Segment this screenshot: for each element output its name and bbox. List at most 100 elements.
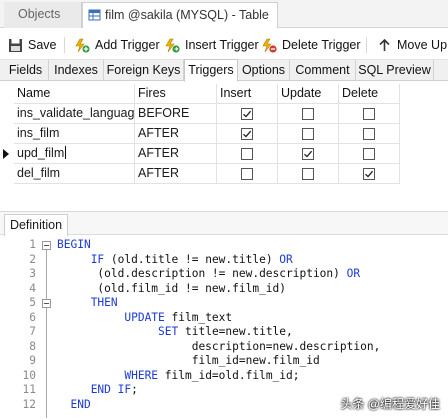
trigger-name-cell[interactable]: upd_film — [14, 144, 135, 164]
code-text: UPDATE film_text — [57, 311, 232, 326]
delete-checkbox[interactable] — [363, 148, 375, 160]
insert-checkbox[interactable] — [241, 148, 253, 160]
trigger-fires-cell[interactable]: AFTER — [135, 164, 217, 184]
header-insert[interactable]: Insert — [217, 84, 278, 104]
sql-text: film_text — [164, 310, 233, 324]
line-number: 9 — [29, 354, 36, 367]
tab-film-table-label: film @sakila (MYSQL) - Table — [105, 8, 269, 22]
code-text: END — [57, 397, 91, 413]
watermark: 头条 @编程爱好佳 — [340, 397, 440, 411]
code-line[interactable]: 10 WHERE film_id=old.film_id; — [0, 369, 448, 384]
arrow-up-icon — [379, 38, 390, 51]
sql-keyword: WHERE — [124, 368, 159, 382]
update-cell — [278, 164, 339, 184]
tab-objects[interactable]: Objects — [4, 2, 82, 28]
update-checkbox[interactable] — [302, 168, 314, 180]
tab-indexes[interactable]: Indexes — [49, 60, 104, 81]
insert-trigger-button[interactable]: Insert Trigger — [165, 35, 259, 55]
trigger-name-cell[interactable]: ins_validate_language — [14, 104, 135, 124]
update-checkbox[interactable] — [302, 148, 314, 160]
tab-sql-preview[interactable]: SQL Preview — [356, 60, 434, 81]
sql-keyword: END IF — [90, 383, 132, 396]
sql-keyword: END — [70, 397, 91, 411]
code-line[interactable]: 4 (old.film_id != new.film_id) — [0, 282, 448, 297]
line-number: 7 — [29, 325, 36, 338]
line-number: 3 — [29, 267, 36, 280]
trigger-fires-cell[interactable]: BEFORE — [135, 104, 217, 124]
trigger-name-cell[interactable]: del_film — [14, 164, 135, 184]
insert-checkbox[interactable] — [241, 108, 253, 120]
insert-checkbox[interactable] — [241, 128, 253, 140]
code-line[interactable]: 8 description=new.description, — [0, 340, 448, 355]
line-number: 11 — [22, 383, 36, 396]
sql-keyword: IF — [90, 252, 105, 266]
code-line[interactable]: 3 (old.description != new.description) O… — [0, 267, 448, 282]
fold-toggle-icon[interactable] — [42, 241, 51, 250]
header-update[interactable]: Update — [278, 84, 339, 104]
tab-fields[interactable]: Fields — [3, 60, 49, 81]
add-trigger-button[interactable]: Add Trigger — [75, 35, 160, 55]
line-number: 4 — [29, 281, 36, 295]
code-line[interactable]: 1 BEGIN — [0, 238, 448, 253]
save-label: Save — [28, 38, 57, 52]
toolbar-divider — [64, 37, 65, 53]
code-line[interactable]: 5 THEN — [0, 296, 448, 311]
insert-trigger-label: Insert Trigger — [185, 38, 259, 52]
line-number: 12 — [22, 397, 36, 411]
add-trigger-label: Add Trigger — [95, 38, 160, 52]
tab-comment[interactable]: Comment — [290, 60, 356, 81]
checkmark-icon — [243, 130, 252, 138]
code-text: THEN — [57, 296, 118, 311]
tab-options[interactable]: Options — [238, 60, 290, 81]
delete-cell — [339, 164, 400, 184]
checkmark-icon — [243, 110, 252, 118]
delete-checkbox[interactable] — [363, 108, 375, 120]
table-row[interactable]: ins_film AFTER — [0, 124, 448, 144]
delete-trigger-button[interactable]: Delete Trigger — [262, 35, 361, 55]
move-up-button[interactable]: Move Up — [377, 35, 447, 55]
line-number: 2 — [29, 252, 36, 266]
header-delete[interactable]: Delete — [339, 84, 400, 104]
update-checkbox[interactable] — [302, 128, 314, 140]
code-line[interactable]: 9 film_id=new.film_id — [0, 354, 448, 369]
delete-cell — [339, 124, 400, 144]
trigger-name-cell[interactable]: ins_film — [14, 124, 135, 144]
update-checkbox[interactable] — [302, 108, 314, 120]
sql-keyword: OR — [346, 267, 361, 280]
sql-text: description=new.description, — [57, 339, 381, 353]
tab-definition[interactable]: Definition — [4, 214, 68, 236]
update-cell — [278, 144, 339, 164]
save-button[interactable]: Save — [8, 35, 57, 55]
tab-film-table[interactable]: film @sakila (MYSQL) - Table — [82, 2, 278, 28]
code-line[interactable]: 2 IF (old.title != new.title) OR — [0, 253, 448, 268]
table-row[interactable]: ins_validate_language BEFORE — [0, 104, 448, 124]
code-text: description=new.description, — [57, 339, 381, 355]
delete-checkbox[interactable] — [363, 168, 375, 180]
tab-triggers[interactable]: Triggers — [184, 59, 238, 82]
line-number: 8 — [29, 339, 36, 353]
sql-text: (old.title != new.title) — [104, 252, 280, 266]
trigger-fires-cell[interactable]: AFTER — [135, 144, 217, 164]
delete-checkbox[interactable] — [363, 128, 375, 140]
code-line[interactable]: 6 UPDATE film_text — [0, 311, 448, 326]
sql-keyword: BEGIN — [57, 238, 91, 251]
trigger-fires-cell[interactable]: AFTER — [135, 124, 217, 144]
sql-editor[interactable]: 1 BEGIN 2 IF (old.title != new.title) OR 3 … — [0, 236, 448, 420]
sql-text: (old.film_id != new.film_id) — [57, 281, 287, 295]
sql-text: (old.description != new.description) — [57, 267, 347, 280]
table-row[interactable]: del_film AFTER — [0, 164, 448, 184]
code-line[interactable]: 7 SET title=new.title, — [0, 325, 448, 340]
table-row-selected[interactable]: upd_film AFTER — [0, 144, 448, 164]
tab-foreign-keys[interactable]: Foreign Keys — [104, 60, 184, 81]
insert-checkbox[interactable] — [241, 168, 253, 180]
update-cell — [278, 124, 339, 144]
save-icon — [9, 39, 22, 52]
header-fires[interactable]: Fires — [135, 84, 217, 104]
fold-toggle-icon[interactable] — [42, 299, 51, 308]
header-name[interactable]: Name — [14, 84, 135, 104]
